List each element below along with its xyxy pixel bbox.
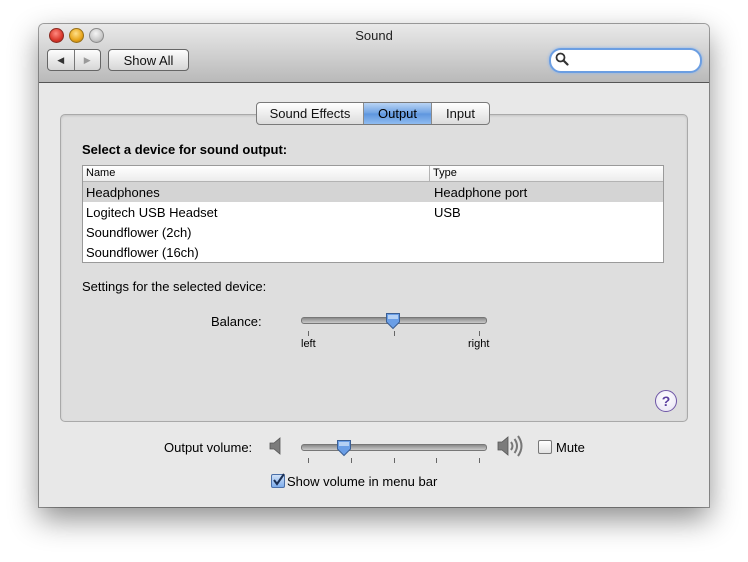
table-row[interactable]: Soundflower (2ch): [83, 222, 663, 242]
speaker-high-icon: [497, 435, 523, 457]
balance-left-label: left: [301, 338, 316, 350]
tab-input[interactable]: Input: [432, 103, 489, 124]
mute-checkbox[interactable]: [538, 440, 552, 454]
device-name: Soundflower (2ch): [86, 224, 192, 240]
volume-tick: [351, 458, 352, 463]
volume-tick: [308, 458, 309, 463]
checkmark-icon: [273, 473, 285, 486]
speaker-low-icon: [269, 437, 281, 455]
show-all-button[interactable]: Show All: [108, 49, 189, 71]
volume-tick: [436, 458, 437, 463]
window-title: Sound: [355, 28, 393, 43]
table-header: Name Type: [83, 166, 663, 182]
device-settings-label: Settings for the selected device:: [82, 279, 267, 294]
sound-preferences-window: Sound ◀ ▶ Show All Sound Effects Output …: [39, 24, 709, 507]
device-name: Logitech USB Headset: [86, 204, 218, 220]
back-button[interactable]: ◀: [48, 50, 75, 70]
device-type: USB: [434, 204, 461, 220]
balance-tick-right: [479, 331, 480, 336]
mute-label: Mute: [556, 440, 585, 455]
title-bar: Sound ◀ ▶ Show All: [39, 24, 709, 83]
output-volume-slider-thumb[interactable]: [336, 439, 352, 457]
table-row[interactable]: Logitech USB Headset USB: [83, 202, 663, 222]
output-volume-label: Output volume:: [164, 440, 253, 455]
magnifier-icon: [555, 52, 569, 66]
column-header-type[interactable]: Type: [430, 166, 457, 181]
table-row[interactable]: Headphones Headphone port: [83, 182, 663, 202]
pane-tabs: Sound Effects Output Input: [256, 102, 490, 125]
search-field[interactable]: [549, 48, 702, 73]
column-header-name[interactable]: Name: [83, 166, 430, 181]
balance-tick-center: [394, 331, 395, 336]
balance-label: Balance:: [211, 314, 262, 329]
balance-tick-left: [308, 331, 309, 336]
show-volume-in-menu-bar-label: Show volume in menu bar: [287, 474, 438, 489]
volume-tick: [479, 458, 480, 463]
back-arrow-icon: ◀: [57, 54, 65, 65]
output-volume-slider-track[interactable]: [301, 444, 487, 451]
tab-sound-effects[interactable]: Sound Effects: [257, 103, 364, 124]
device-name: Soundflower (16ch): [86, 244, 199, 260]
help-icon[interactable]: ?: [655, 390, 677, 412]
tab-output[interactable]: Output: [364, 103, 432, 124]
balance-slider-thumb[interactable]: [385, 312, 401, 330]
show-volume-checkbox[interactable]: [271, 473, 285, 488]
forward-arrow-icon: ▶: [83, 54, 91, 65]
search-input[interactable]: [570, 51, 690, 68]
output-device-heading: Select a device for sound output:: [82, 142, 288, 157]
back-forward-control: ◀ ▶: [47, 49, 101, 71]
forward-button[interactable]: ▶: [75, 50, 101, 70]
output-device-table[interactable]: Name Type Headphones Headphone port Logi…: [82, 165, 664, 263]
volume-tick: [394, 458, 395, 463]
table-row[interactable]: Soundflower (16ch): [83, 242, 663, 262]
device-type: Headphone port: [434, 184, 528, 200]
balance-right-label: right: [468, 338, 490, 350]
output-panel: [60, 114, 688, 422]
device-name: Headphones: [86, 184, 160, 200]
